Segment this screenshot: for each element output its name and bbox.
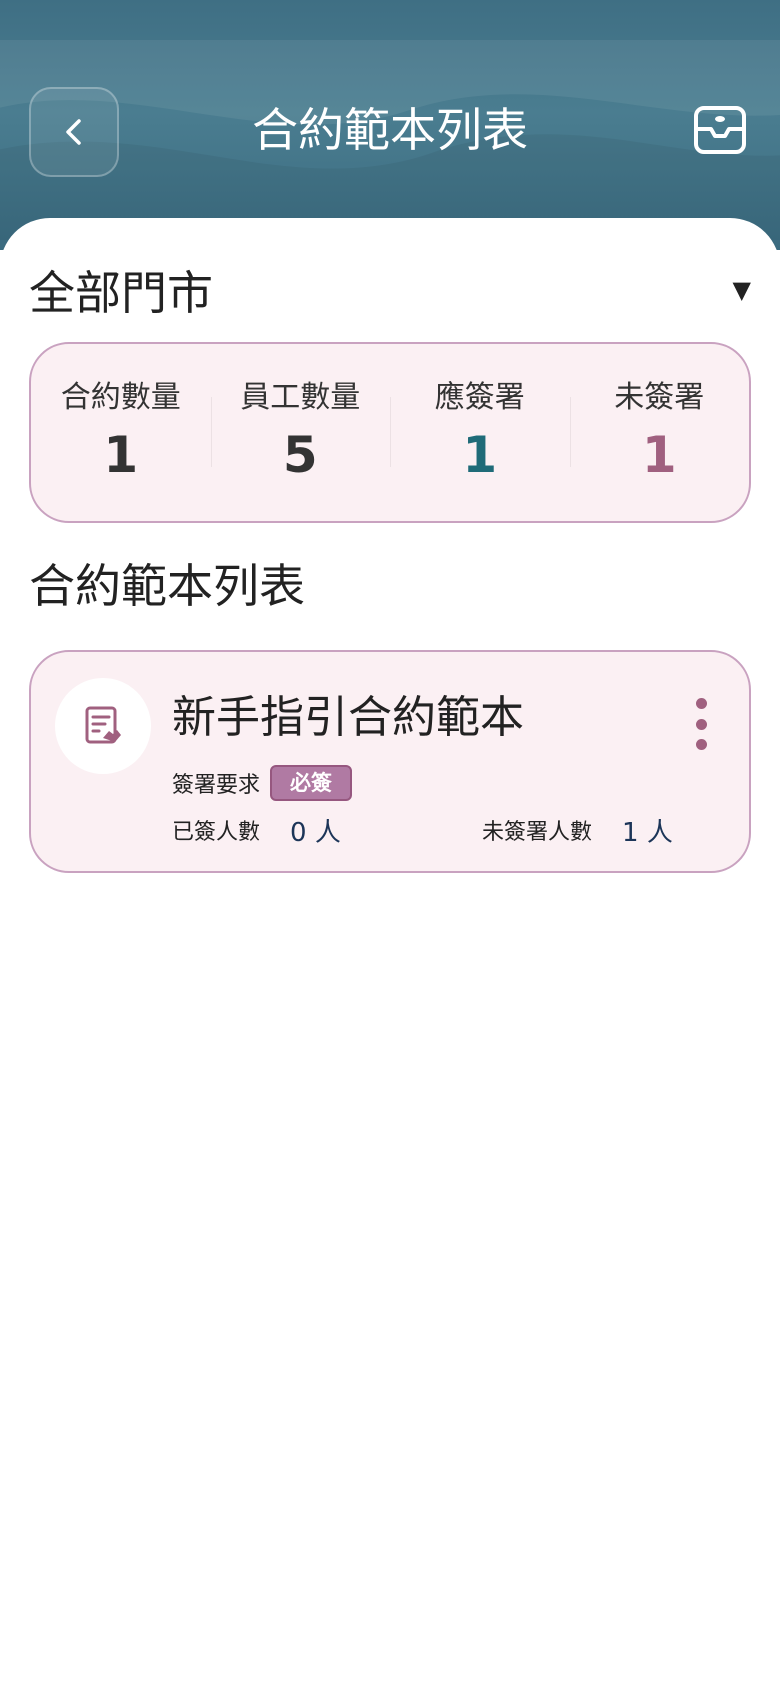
stat-label: 應簽署 (434, 379, 525, 415)
requirement-label: 簽署要求 (172, 773, 261, 798)
store-selector[interactable]: 全部門市 ▼ (29, 258, 751, 322)
contract-card[interactable]: 新手指引合約範本 簽署要求 必簽 已簽人數 0 人 未簽署人數 1 人 (29, 650, 751, 873)
unsigned-count-value: 1 人 (622, 817, 673, 848)
stat-label: 員工數量 (240, 379, 361, 415)
stat-value: 1 (103, 425, 139, 484)
caret-down-icon: ▼ (732, 276, 751, 304)
signed-count-value: 0 人 (290, 817, 341, 848)
requirement-badge: 必簽 (270, 765, 353, 801)
signed-count: 已簽人數 0 人 (172, 812, 341, 848)
stat-value: 1 (462, 425, 498, 484)
header-banner: 合約範本列表 (0, 0, 780, 250)
unsigned-count-label: 未簽署人數 (482, 820, 593, 845)
signing-requirement: 簽署要求 必簽 (172, 764, 353, 802)
signed-count-label: 已簽人數 (172, 820, 261, 845)
contract-document-icon (85, 706, 121, 744)
stat-label: 未簽署 (614, 379, 705, 415)
stat-label: 合約數量 (60, 379, 181, 415)
section-title: 合約範本列表 (29, 559, 305, 613)
more-options-button[interactable] (681, 694, 721, 754)
inbox-icon (694, 106, 746, 154)
more-vertical-icon (695, 698, 707, 709)
stat-unsigned: 未簽署 1 (569, 373, 750, 493)
page-title: 合約範本列表 (252, 103, 528, 157)
stats-card: 合約數量 1 員工數量 5 應簽署 1 未簽署 1 (29, 342, 751, 523)
contract-title: 新手指引合約範本 (172, 692, 524, 743)
store-selector-label: 全部門市 (29, 266, 213, 320)
stat-employee-count: 員工數量 5 (210, 373, 391, 493)
stat-value: 1 (641, 425, 677, 484)
more-vertical-icon-dot (695, 739, 707, 750)
stat-contract-count: 合約數量 1 (31, 373, 211, 493)
stat-should-sign: 應簽署 1 (390, 373, 570, 493)
unsigned-count: 未簽署人數 1 人 (482, 812, 673, 848)
contract-icon-badge (55, 678, 151, 774)
stat-value: 5 (282, 425, 318, 484)
more-vertical-icon-dot (695, 718, 707, 730)
inbox-button[interactable] (690, 100, 750, 160)
